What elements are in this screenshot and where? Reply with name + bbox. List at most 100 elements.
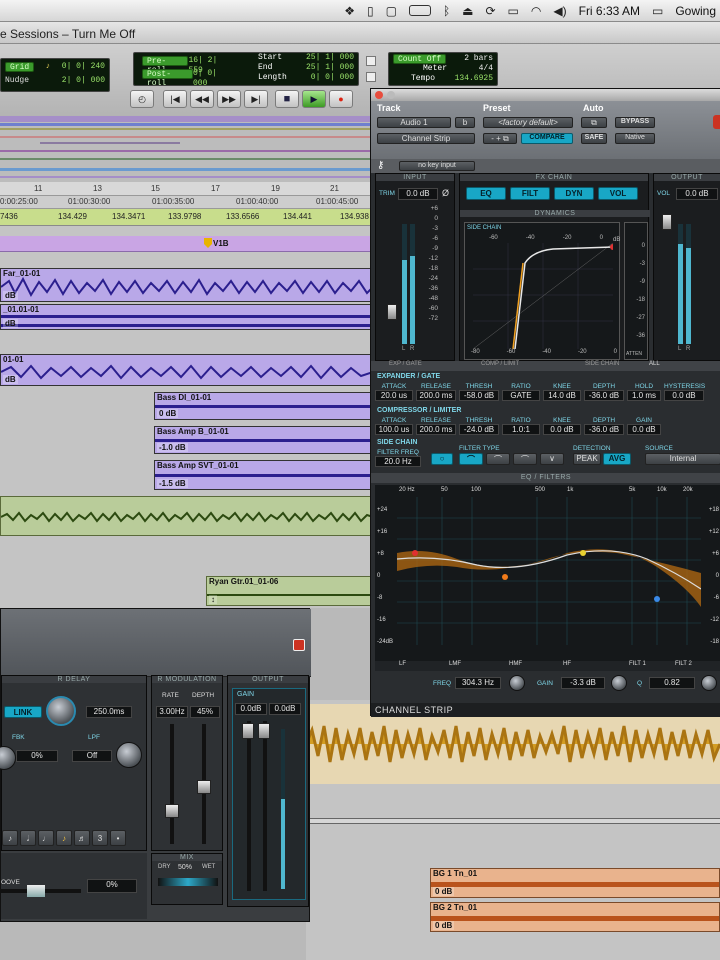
menubar-user[interactable]: Gowing — [675, 4, 716, 18]
fx-vol-button[interactable]: VOL — [598, 187, 638, 200]
bars-ruler[interactable]: 11 13 15 17 19 21 — [0, 182, 372, 196]
clip-gain[interactable]: 0 dB — [433, 921, 455, 930]
grid-button[interactable]: Grid — [5, 62, 35, 72]
meter-value[interactable]: 4/4 — [479, 64, 493, 74]
note-button[interactable]: ♬ — [74, 830, 90, 846]
audio-clip[interactable]: 01-01 dB — [0, 354, 372, 386]
freq-value[interactable]: 304.3 Hz — [455, 677, 501, 689]
groove-value[interactable]: 0% — [87, 879, 137, 893]
phase-icon[interactable]: Ø — [442, 188, 449, 198]
note-button[interactable]: ♩ — [38, 830, 54, 846]
nudge-label[interactable]: Nudge — [5, 76, 29, 86]
filter-type-bandpass-button[interactable]: ⌒ — [486, 453, 510, 465]
tab-exp-gate[interactable]: EXP / GATE — [371, 361, 471, 371]
depth-value[interactable]: 45% — [190, 706, 220, 718]
detection-avg-button[interactable]: AVG — [603, 453, 631, 465]
preset-selector[interactable]: <factory default> — [483, 117, 573, 128]
clip-gain[interactable]: -1.5 dB — [157, 479, 188, 488]
comp-knee-value[interactable]: 0.0 dB — [543, 424, 581, 435]
marker-ruler[interactable]: V1B — [0, 236, 372, 252]
gain-value[interactable]: -3.3 dB — [561, 677, 605, 689]
q-knob[interactable] — [701, 675, 717, 691]
exp-thresh-value[interactable]: -58.0 dB — [459, 390, 499, 401]
countoff-value[interactable]: 2 bars — [464, 54, 493, 64]
audio-clip[interactable]: BG 1 Tn_01 0 dB — [430, 868, 720, 898]
input-trim-fader[interactable] — [387, 304, 397, 320]
rate-fader[interactable] — [165, 804, 179, 818]
exp-attack-value[interactable]: 20.0 us — [375, 390, 413, 401]
comp-ratio-value[interactable]: 1.0:1 — [502, 424, 540, 435]
delay-power-icon[interactable] — [293, 639, 305, 651]
compare-button[interactable]: COMPARE — [521, 133, 573, 144]
band-hf[interactable]: HF — [545, 661, 603, 671]
q-value[interactable]: 0.82 — [649, 677, 695, 689]
power-icon[interactable] — [713, 115, 720, 129]
comp-release-value[interactable]: 200.0 ms — [416, 424, 456, 435]
play-button[interactable]: ▶ — [302, 90, 326, 108]
timecode-ruler[interactable]: 0:00:25:00 01:00:30:00 01:00:35:00 01:00… — [0, 196, 372, 208]
detection-peak-button[interactable]: PEAK — [573, 453, 601, 465]
exp-ratio-value[interactable]: GATE — [502, 390, 540, 401]
audio-clip[interactable]: Bass Amp SVT_01-01 -1.5 dB — [154, 460, 372, 490]
online-button[interactable]: ◴ — [130, 90, 154, 108]
countoff-button[interactable]: Count Off — [393, 54, 447, 64]
postroll-value[interactable]: 0| 0| 000 — [193, 69, 234, 88]
note-button[interactable]: ♪ — [2, 830, 18, 846]
groove-slider[interactable] — [1, 885, 81, 897]
exp-knee-value[interactable]: 14.0 dB — [543, 390, 581, 401]
filter-type-highpass-button[interactable]: ⌒ — [459, 453, 483, 465]
groove-slider-handle[interactable] — [27, 885, 45, 897]
lpf-knob[interactable] — [116, 742, 142, 768]
auto-button[interactable]: ⧉ — [581, 117, 607, 128]
clip-gain[interactable]: dB — [3, 319, 18, 328]
bluetooth-icon[interactable]: ᛒ — [443, 4, 450, 18]
menubar-clock[interactable]: Fri 6:33 AM — [579, 4, 640, 18]
gain-l-value[interactable]: 0.0dB — [235, 703, 267, 715]
note-button-selected[interactable]: ♪ — [56, 830, 72, 846]
audio-clip[interactable]: _01.01-01 dB — [0, 304, 372, 330]
comp-attack-value[interactable]: 100.0 us — [375, 424, 413, 435]
dropbox-icon[interactable]: ❖ — [344, 4, 355, 18]
depth-fader[interactable] — [197, 780, 211, 794]
audio-clip[interactable]: BG 2 Tn_01 0 dB — [430, 902, 720, 932]
audio-clip[interactable]: Bass Amp B_01-01 -1.0 dB — [154, 426, 372, 454]
preset-nav-buttons[interactable]: - + ⧉ — [483, 133, 517, 144]
delay-time-value[interactable]: 250.0ms — [86, 706, 132, 718]
bypass-button[interactable]: BYPASS — [615, 117, 655, 128]
marker-label[interactable]: V1B — [213, 239, 229, 248]
nudge-value[interactable]: 2| 0| 000 — [62, 76, 105, 86]
clip-gain[interactable]: -1.0 dB — [157, 443, 188, 452]
gain-l-fader[interactable] — [242, 723, 254, 739]
tab-side-chain[interactable]: SIDE CHAIN — [565, 361, 645, 371]
clip-gain[interactable]: dB — [3, 291, 18, 300]
fx-filt-button[interactable]: FILT — [510, 187, 550, 200]
dynamics-graph[interactable]: SIDE CHAIN -60 -40 -20 0 -80 -60 -40 -20 0 dB — [464, 222, 620, 360]
exp-depth-value[interactable]: -36.0 dB — [584, 390, 624, 401]
battery-outline-icon[interactable] — [408, 5, 431, 16]
eq-graph[interactable]: 20 Hz 50 100 500 1k 5k 10k 20k +24 +16 +8 0… — [375, 485, 720, 661]
battery-icon[interactable]: ▭ — [652, 4, 663, 18]
audio-clip[interactable]: Ryan Gtr.01_01-06 ↕ — [206, 576, 372, 606]
triplet-button[interactable]: 3 — [92, 830, 108, 846]
return-to-zero-button[interactable]: |◀ — [163, 90, 187, 108]
sync-icon[interactable]: ⟳ — [485, 4, 495, 18]
band-hmf[interactable]: HMF — [489, 661, 545, 671]
comp-thresh-value[interactable]: -24.0 dB — [459, 424, 499, 435]
tablet-icon[interactable]: ▯ — [367, 4, 374, 18]
comp-depth-value[interactable]: -36.0 dB — [584, 424, 624, 435]
band-filt2[interactable]: FILT 2 — [661, 661, 720, 671]
rewind-button[interactable]: ◀◀ — [190, 90, 214, 108]
delay-time-knob[interactable] — [46, 696, 76, 726]
comp-gain-value[interactable]: 0.0 dB — [627, 424, 661, 435]
grid-value[interactable]: 0| 0| 240 — [62, 62, 105, 72]
trim-value[interactable]: 0.0 dB — [398, 188, 438, 200]
track-slot[interactable]: b — [455, 117, 475, 128]
sc-filter-enable-button[interactable]: ○ — [431, 453, 453, 465]
fbk-knob[interactable] — [0, 746, 16, 770]
rate-value[interactable]: 3.00Hz — [156, 706, 188, 718]
gain-knob[interactable] — [611, 675, 627, 691]
audio-clip[interactable] — [0, 496, 372, 536]
clip-gain-icon[interactable]: ↕ — [209, 595, 217, 604]
minimize-icon[interactable] — [387, 91, 395, 99]
go-to-end-button[interactable]: ▶| — [244, 90, 268, 108]
